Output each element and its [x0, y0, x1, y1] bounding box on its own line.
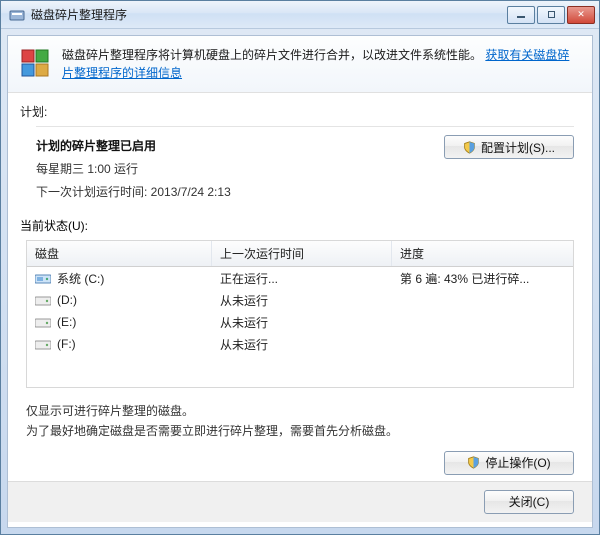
action-row: 停止操作(O) — [8, 443, 592, 481]
info-text: 磁盘碎片整理程序将计算机硬盘上的碎片文件进行合并，以改进文件系统性能。 获取有关… — [62, 46, 580, 82]
disk-table: 磁盘 上一次运行时间 进度 系统 (C:)正在运行...第 6 遍: 43% 已… — [26, 240, 574, 388]
shield-icon — [467, 456, 480, 469]
table-row[interactable]: (E:)从未运行 — [27, 311, 573, 333]
cell-disk: (F:) — [27, 333, 212, 355]
cell-progress — [392, 340, 573, 348]
cell-progress: 第 6 遍: 43% 已进行碎... — [392, 266, 573, 291]
window-root: 磁盘碎片整理程序 ✕ 磁盘碎片整理程序将计算机硬盘上的碎片文件进行合并，以改进文… — [0, 0, 600, 535]
table-row[interactable]: (F:)从未运行 — [27, 333, 573, 355]
info-strip: 磁盘碎片整理程序将计算机硬盘上的碎片文件进行合并，以改进文件系统性能。 获取有关… — [8, 36, 592, 93]
content-area: 磁盘碎片整理程序将计算机硬盘上的碎片文件进行合并，以改进文件系统性能。 获取有关… — [7, 35, 593, 528]
status-label: 当前状态(U): — [8, 209, 592, 238]
schedule-label: 计划: — [8, 93, 592, 124]
maximize-button[interactable] — [537, 6, 565, 24]
close-dialog-button[interactable]: 关闭(C) — [484, 490, 574, 514]
minimize-button[interactable] — [507, 6, 535, 24]
note-line-1: 仅显示可进行碎片整理的磁盘。 — [26, 402, 574, 421]
cell-progress — [392, 318, 573, 326]
stop-button-label: 停止操作(O) — [485, 454, 550, 471]
info-description: 磁盘碎片整理程序将计算机硬盘上的碎片文件进行合并，以改进文件系统性能。 — [62, 48, 482, 62]
th-disk[interactable]: 磁盘 — [27, 241, 212, 266]
configure-schedule-button[interactable]: 配置计划(S)... — [444, 135, 574, 159]
table-row[interactable]: (D:)从未运行 — [27, 289, 573, 311]
table-body: 系统 (C:)正在运行...第 6 遍: 43% 已进行碎...(D:)从未运行… — [27, 267, 573, 387]
app-icon — [9, 7, 25, 23]
window-title: 磁盘碎片整理程序 — [31, 6, 507, 23]
table-row[interactable]: 系统 (C:)正在运行...第 6 遍: 43% 已进行碎... — [27, 267, 573, 289]
cell-disk: (E:) — [27, 311, 212, 333]
th-lastrun[interactable]: 上一次运行时间 — [212, 241, 392, 266]
schedule-box: 计划的碎片整理已启用 每星期三 1:00 运行 下一次计划运行时间: 2013/… — [36, 126, 574, 203]
close-button[interactable]: ✕ — [567, 6, 595, 24]
cell-lastrun: 从未运行 — [212, 332, 392, 357]
schedule-lines: 计划的碎片整理已启用 每星期三 1:00 运行 下一次计划运行时间: 2013/… — [36, 135, 424, 203]
note-line-2: 为了最好地确定磁盘是否需要立即进行碎片整理，需要首先分析磁盘。 — [26, 422, 574, 441]
defrag-icon — [20, 46, 52, 78]
shield-icon — [463, 141, 476, 154]
schedule-frequency: 每星期三 1:00 运行 — [36, 158, 424, 181]
stop-button[interactable]: 停止操作(O) — [444, 451, 574, 475]
table-header: 磁盘 上一次运行时间 进度 — [27, 241, 573, 267]
titlebar: 磁盘碎片整理程序 ✕ — [1, 1, 599, 29]
cell-progress — [392, 296, 573, 304]
cell-disk: (D:) — [27, 289, 212, 311]
schedule-next-run: 下一次计划运行时间: 2013/7/24 2:13 — [36, 181, 424, 204]
window-buttons: ✕ — [507, 6, 595, 24]
th-progress[interactable]: 进度 — [392, 241, 573, 266]
cell-disk: 系统 (C:) — [27, 266, 212, 291]
note-block: 仅显示可进行碎片整理的磁盘。 为了最好地确定磁盘是否需要立即进行碎片整理，需要首… — [8, 396, 592, 442]
schedule-enabled-heading: 计划的碎片整理已启用 — [36, 135, 424, 158]
footer: 关闭(C) — [8, 481, 592, 522]
configure-schedule-label: 配置计划(S)... — [481, 139, 555, 156]
close-dialog-label: 关闭(C) — [509, 493, 550, 510]
